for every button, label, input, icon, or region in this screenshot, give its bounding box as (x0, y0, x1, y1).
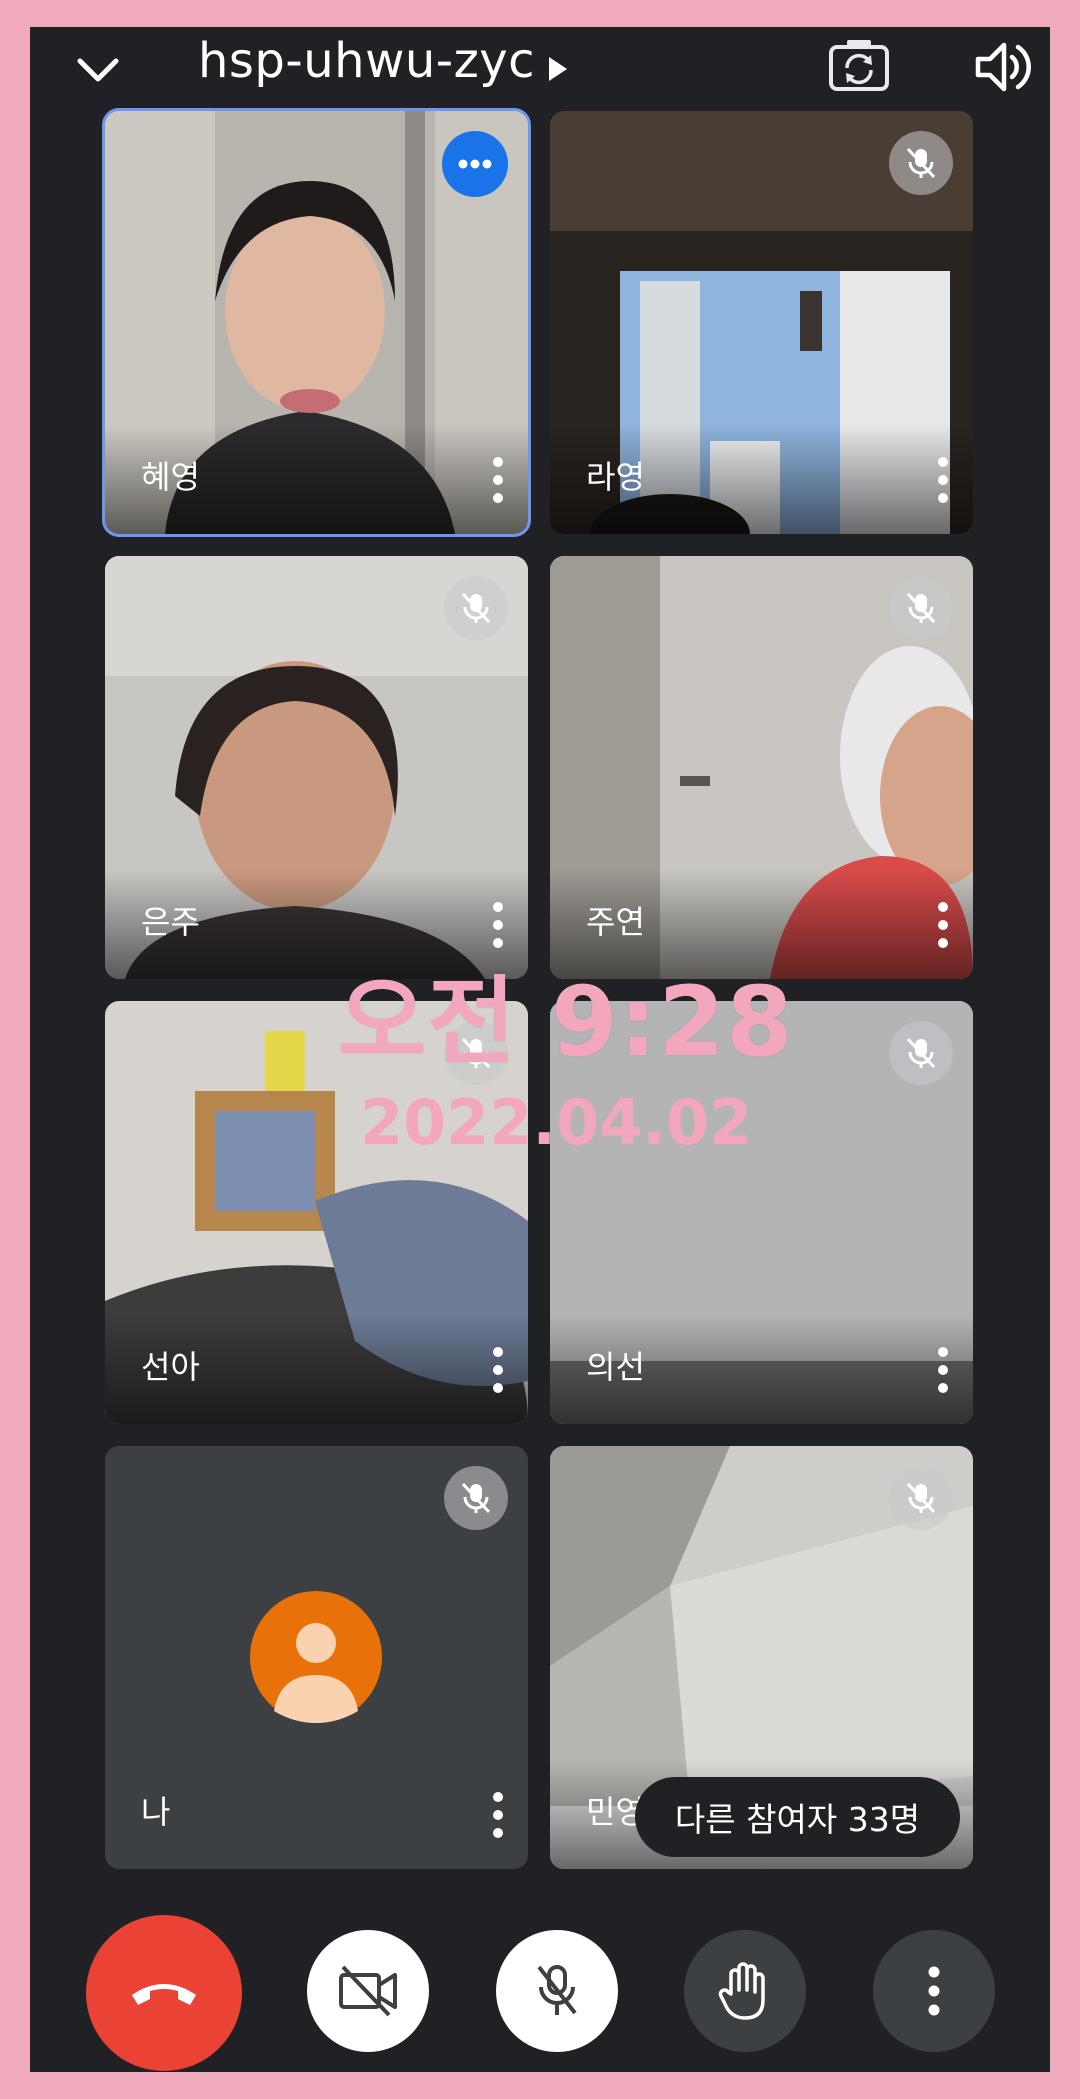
mic-off-badge (444, 576, 508, 640)
participant-name: 의선 (586, 1348, 645, 1386)
more-options-button[interactable] (873, 1930, 995, 2052)
phone-hangup-icon (132, 1984, 196, 2005)
mic-off-badge (889, 1021, 953, 1085)
participant-name: 나 (141, 1793, 171, 1831)
mic-off-icon (906, 1482, 936, 1514)
caret-right-icon[interactable] (545, 51, 571, 87)
camera-off-icon (339, 1965, 397, 2017)
more-vert-icon[interactable] (931, 899, 955, 951)
avatar (250, 1591, 382, 1723)
clock-overlay-time: 오전 9:28 (338, 966, 794, 1078)
camera-flip-icon[interactable] (825, 31, 893, 99)
top-bar: hsp-uhwu-zyc (30, 27, 1050, 117)
participant-tile[interactable]: 은주 (105, 556, 528, 979)
mic-off-icon (906, 1037, 936, 1069)
more-vert-icon[interactable] (931, 1344, 955, 1396)
mic-off-icon (906, 147, 936, 179)
more-vert-icon (928, 1966, 940, 2016)
mic-off-badge (889, 131, 953, 195)
end-call-button[interactable] (86, 1915, 242, 2071)
meeting-code[interactable]: hsp-uhwu-zyc (198, 33, 535, 89)
participant-name: 선아 (141, 1348, 200, 1386)
participant-name: 라영 (586, 458, 645, 496)
more-horiz-icon (458, 159, 492, 169)
chevron-down-icon[interactable] (70, 41, 126, 97)
more-vert-icon[interactable] (931, 454, 955, 506)
mic-off-icon (461, 1482, 491, 1514)
more-vert-icon[interactable] (486, 1344, 510, 1396)
hand-icon (718, 1962, 765, 2020)
mic-off-icon (906, 592, 936, 624)
other-participants-chip[interactable]: 다른 참여자 33명 (635, 1777, 960, 1857)
raise-hand-button[interactable] (684, 1930, 806, 2052)
mic-off-badge (889, 576, 953, 640)
meet-call-screen: hsp-uhwu-zyc 혜영 라영 은주 주연 선아 의선 나 민영 다른 참… (30, 27, 1050, 2072)
mic-off-badge (889, 1466, 953, 1530)
participant-name: 주연 (586, 903, 645, 941)
speaker-icon[interactable] (970, 35, 1034, 99)
mic-off-badge (444, 1466, 508, 1530)
participant-name: 은주 (141, 903, 200, 941)
mic-off-icon (461, 592, 491, 624)
more-vert-icon[interactable] (486, 1789, 510, 1841)
camera-toggle-button[interactable] (307, 1930, 429, 2052)
self-tile[interactable]: 나 (105, 1446, 528, 1869)
more-options-badge[interactable] (442, 131, 508, 197)
participant-tile[interactable]: 주연 (550, 556, 973, 979)
participant-tile[interactable]: 혜영 (102, 108, 531, 537)
mic-toggle-button[interactable] (496, 1930, 618, 2052)
mic-off-icon (537, 1965, 577, 2015)
clock-overlay-date: 2022.04.02 (360, 1086, 753, 1159)
more-vert-icon[interactable] (486, 454, 510, 506)
participant-tile[interactable]: 라영 (550, 111, 973, 534)
participant-name: 혜영 (141, 458, 200, 496)
